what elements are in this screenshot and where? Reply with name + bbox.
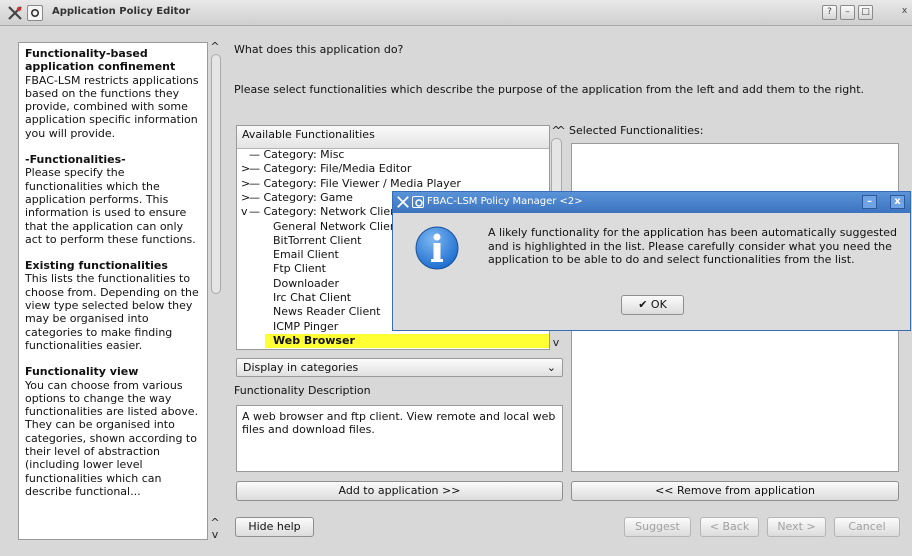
next-button[interactable]: Next > (767, 517, 826, 537)
tree-item[interactable]: News Reader Client (265, 305, 381, 319)
maximize-button[interactable]: □ (858, 5, 873, 20)
tree-line-icon: — (249, 190, 264, 204)
tree-item[interactable]: >— Category: File/Media Editor (241, 162, 411, 176)
tree-item[interactable]: General Network Client (265, 220, 401, 234)
expand-icon[interactable]: > (241, 191, 250, 205)
tree-scroll-down-icon[interactable]: v (550, 336, 562, 349)
help-heading: Existing functionalities (25, 259, 168, 273)
help-heading: -Functionalities- (25, 153, 126, 167)
tree-item-label: Irc Chat Client (273, 291, 352, 304)
instruction-label: Please select functionalities which desc… (234, 83, 865, 96)
expand-icon[interactable]: > (241, 177, 250, 191)
ok-button[interactable]: ✔ OK (621, 295, 684, 315)
tree-line-icon: — (249, 162, 264, 176)
tree-item[interactable]: Irc Chat Client (265, 291, 351, 305)
tree-line-icon: — (249, 205, 264, 219)
window-menu-icon[interactable] (27, 5, 43, 21)
help-text: You can choose from various options to c… (25, 378, 199, 498)
tree-item[interactable]: v— Category: Network Client (241, 205, 401, 219)
help-panel: Functionality-based application confinem… (18, 42, 208, 540)
cancel-button[interactable]: Cancel (834, 517, 900, 537)
tree-item-label: Downloader (273, 276, 339, 290)
help-text: Please specify the functionalities which… (25, 166, 196, 246)
tree-item-label: Category: Game (263, 190, 353, 204)
message-dialog: FBAC-LSM Policy Manager <2> – x A likely… (392, 191, 911, 331)
tree-item[interactable]: Email Client (265, 248, 339, 262)
tree-item-label: ICMP Pinger (273, 319, 339, 333)
chevron-down-icon: ⌄ (546, 361, 556, 374)
help-button[interactable]: ? (822, 5, 837, 20)
tree-item-label: Category: File Viewer / Media Player (263, 176, 461, 190)
view-combo-value: Display in categories (243, 361, 359, 374)
help-text: FBAC-LSM restricts applications based on… (25, 73, 199, 140)
tree-item[interactable]: — Category: Misc (241, 148, 344, 162)
help-text: This lists the functionalities to choose… (25, 272, 199, 352)
add-to-application-button[interactable]: Add to application >> (236, 481, 563, 501)
tree-item-label: General Network Client (273, 219, 402, 233)
minimize-button[interactable]: – (840, 5, 855, 20)
dialog-minimize-button[interactable]: – (862, 195, 877, 209)
window-title: Application Policy Editor (52, 6, 191, 17)
window-titlebar[interactable]: Application Policy Editor ? – □ x (0, 0, 912, 26)
dialog-message: A likely functionality for the applicati… (488, 226, 898, 266)
selected-header: Selected Functionalities: (569, 124, 704, 137)
dialog-titlebar[interactable]: FBAC-LSM Policy Manager <2> – x (393, 192, 910, 213)
tree-item[interactable]: Downloader (265, 277, 339, 291)
description-label: Functionality Description (234, 384, 371, 397)
hide-help-button[interactable]: Hide help (235, 517, 314, 537)
dialog-close-button[interactable]: x (890, 195, 905, 209)
tree-item-label: Email Client (273, 248, 339, 262)
tree-item-label: Category: Misc (263, 148, 345, 161)
tree-item-label: Category: Network Client (263, 205, 402, 219)
tree-line-icon: — (249, 148, 264, 161)
question-label: What does this application do? (234, 43, 404, 56)
tree-item[interactable]: Ftp Client (265, 262, 326, 276)
back-button[interactable]: < Back (700, 517, 759, 537)
tree-item[interactable]: BitTorrent Client (265, 234, 362, 248)
ok-label: OK (650, 298, 667, 311)
tree-item-label: Web Browser (273, 333, 355, 347)
remove-from-application-button[interactable]: << Remove from application (571, 481, 899, 501)
tree-item-label: BitTorrent Client (273, 233, 362, 247)
tree-item[interactable]: >— Category: File Viewer / Media Player (241, 177, 461, 191)
dialog-tools-icon[interactable] (396, 195, 410, 209)
tree-item-selected[interactable]: Web Browser (265, 333, 549, 348)
close-button[interactable]: x (897, 5, 912, 20)
tree-item[interactable]: ICMP Pinger (265, 320, 338, 334)
selected-scroll-up-icon[interactable]: ^ (555, 124, 567, 137)
info-icon (415, 226, 459, 270)
available-header: Available Functionalities (237, 126, 549, 149)
help-heading: Functionality-based application confinem… (25, 47, 176, 74)
help-scroll-down-icon[interactable]: v (209, 528, 221, 541)
checkmark-icon: ✔ (638, 298, 648, 311)
dialog-menu-icon[interactable] (412, 196, 424, 208)
help-scroll-up-icon[interactable]: ^ (209, 40, 221, 53)
description-text: A web browser and ftp client. View remot… (236, 405, 563, 472)
help-heading: Functionality view (25, 365, 139, 379)
hide-help-label: Hide help (248, 520, 301, 533)
expanded-icon[interactable]: v (241, 205, 249, 219)
expand-icon[interactable]: > (241, 162, 250, 176)
tree-item[interactable]: >— Category: Game (241, 191, 353, 205)
tree-item-label: News Reader Client (273, 305, 381, 319)
tree-line-icon: — (249, 176, 264, 190)
suggest-button[interactable]: Suggest (624, 517, 691, 537)
dialog-title: FBAC-LSM Policy Manager <2> (427, 196, 583, 207)
tree-item-label: Ftp Client (273, 262, 326, 276)
tree-item-label: Category: File/Media Editor (263, 162, 412, 176)
help-scrollbar-thumb[interactable] (211, 54, 221, 294)
app-tools-icon[interactable] (6, 4, 24, 22)
view-combo[interactable]: Display in categories ⌄ (236, 358, 563, 377)
